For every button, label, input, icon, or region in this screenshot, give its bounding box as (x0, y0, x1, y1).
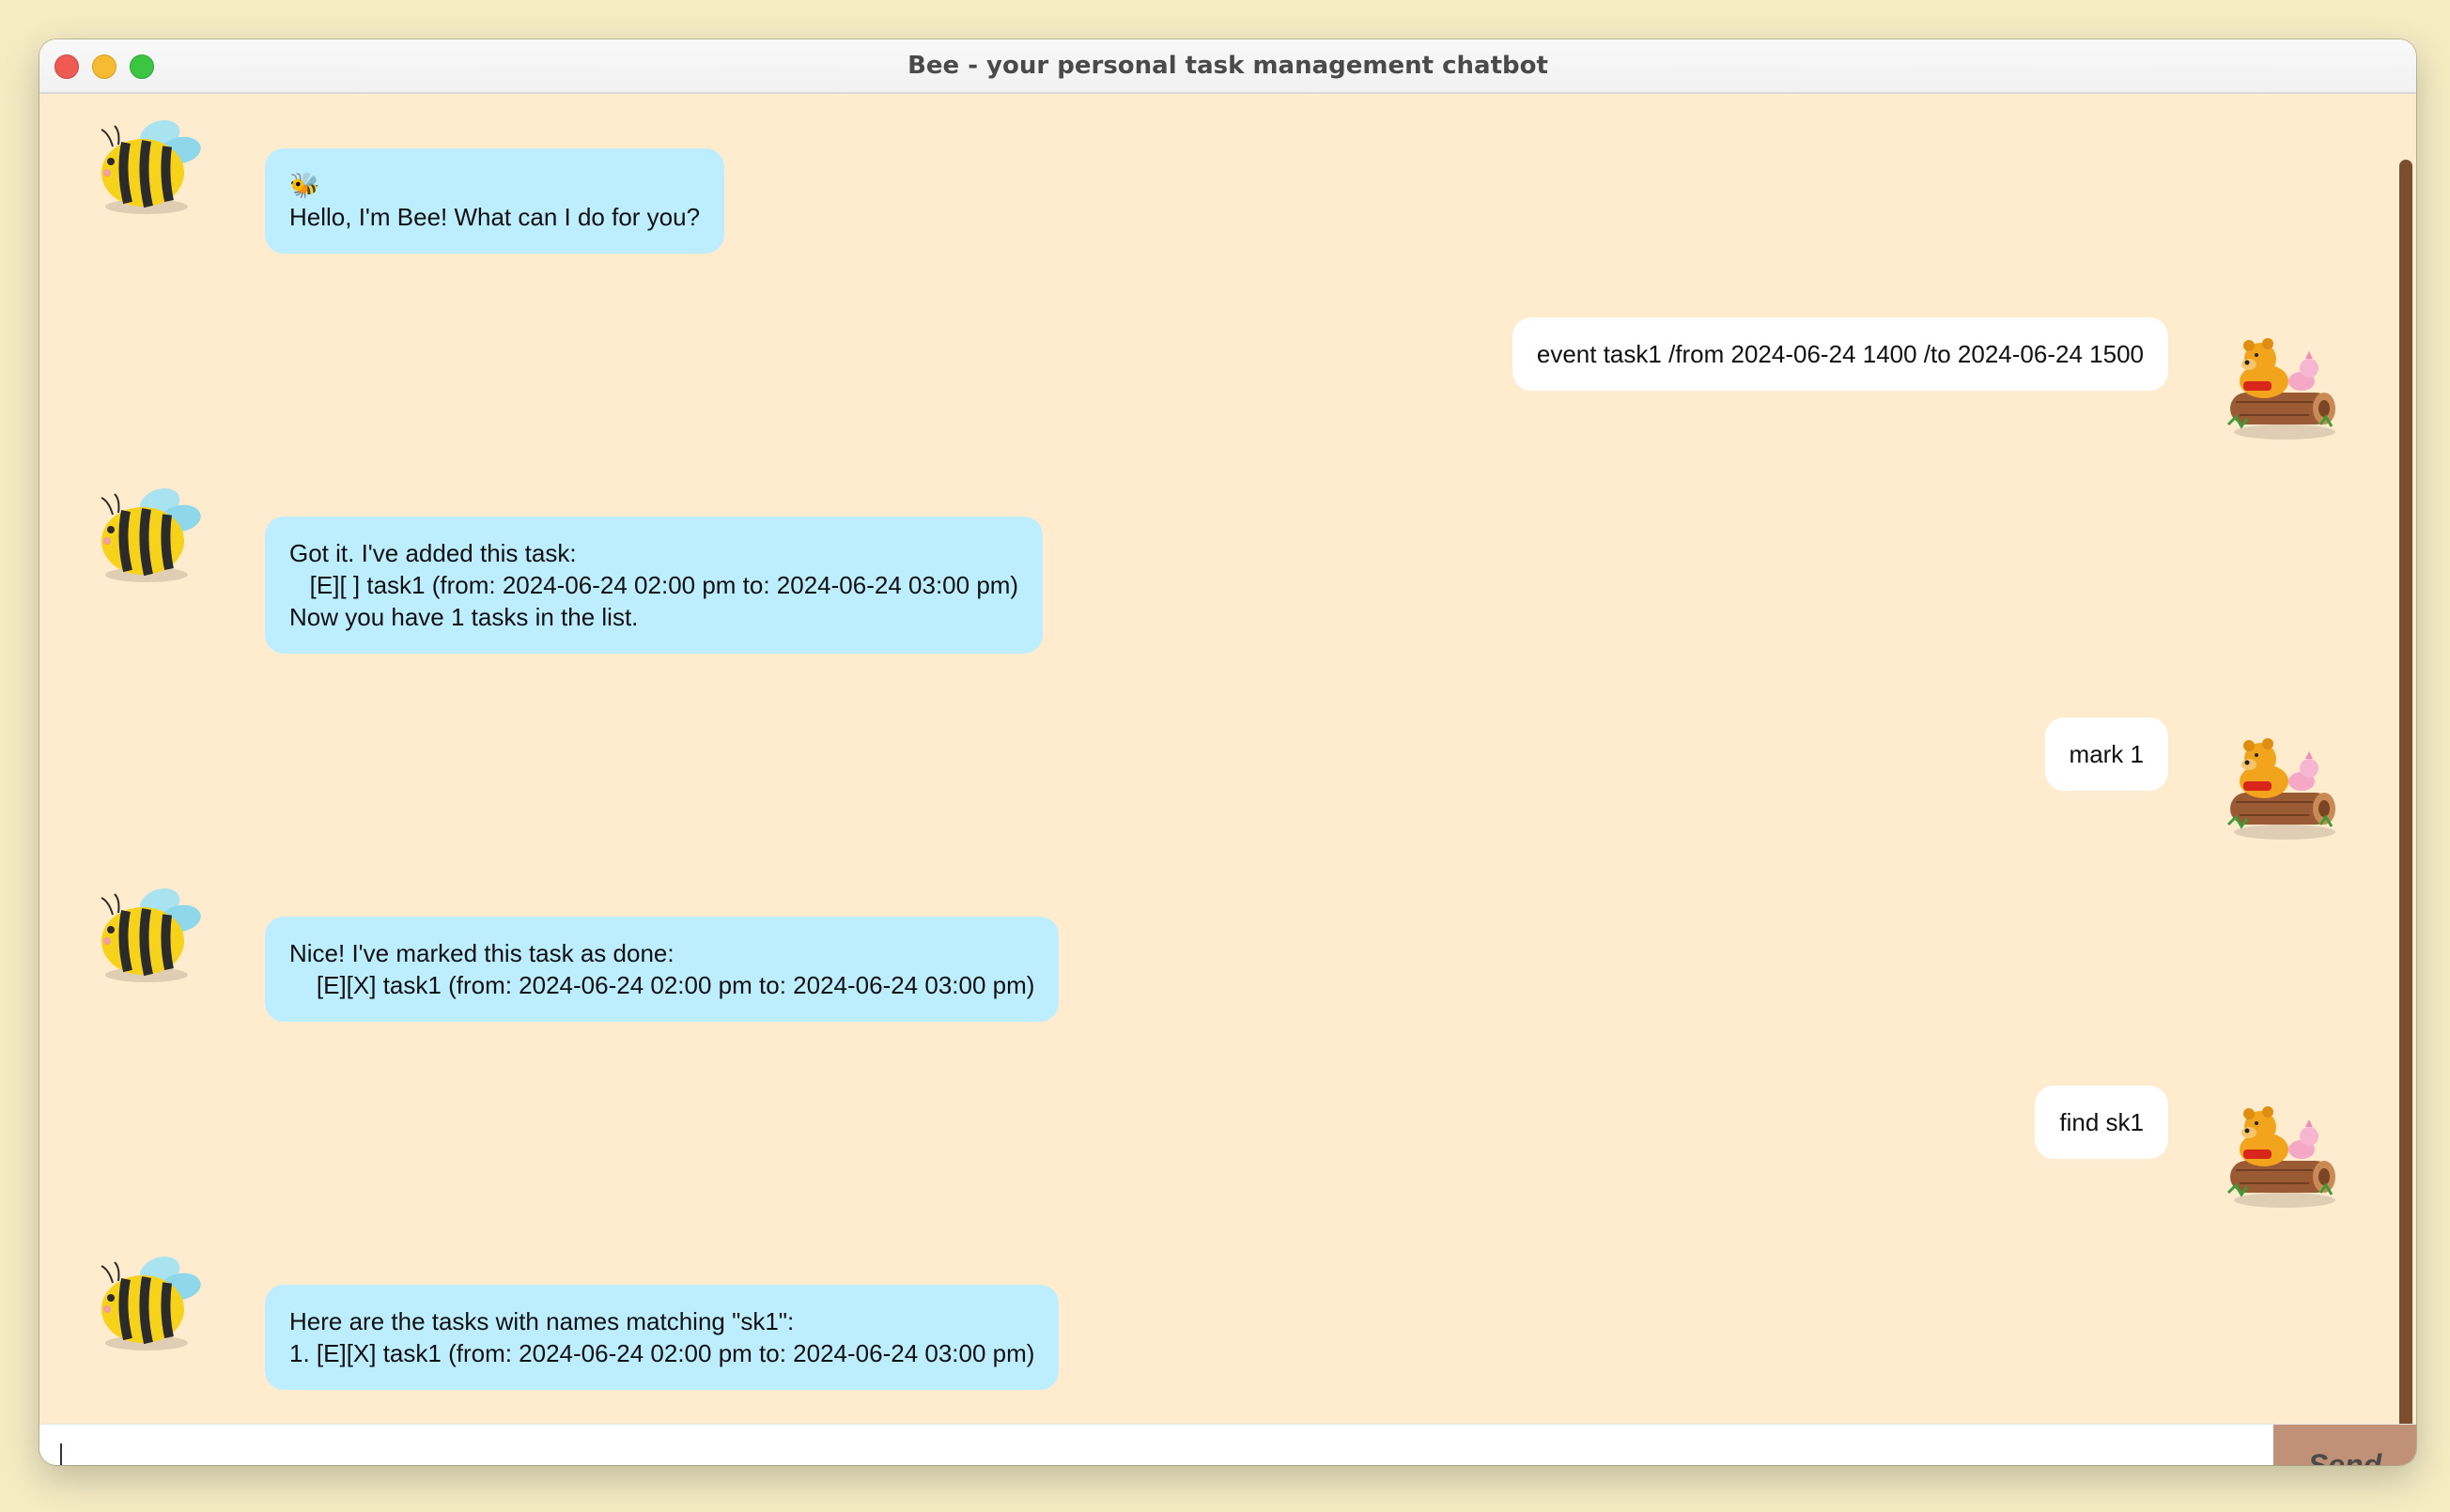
input-bar: Send (39, 1424, 2416, 1465)
bot-message-bubble: Here are the tasks with names matching "… (265, 1285, 1060, 1390)
user-avatar-icon (2219, 327, 2341, 449)
bot-message-bubble: 🐝 Hello, I'm Bee! What can I do for you? (265, 148, 725, 254)
bee-avatar-icon (88, 473, 210, 595)
text-caret (60, 1443, 62, 1465)
bee-avatar-icon (88, 873, 210, 995)
user-avatar-icon (2219, 1095, 2341, 1217)
app-window: Bee - your personal task management chat… (39, 39, 2416, 1465)
title-bar: Bee - your personal task management chat… (39, 39, 2416, 94)
chat-scrollbar[interactable] (2399, 160, 2412, 1465)
bot-message-bubble: Nice! I've marked this task as done: [E]… (265, 917, 1060, 1022)
user-avatar-icon (2219, 727, 2341, 849)
send-button[interactable]: Send (2273, 1425, 2416, 1465)
message-input[interactable] (58, 1438, 2298, 1465)
chat-area[interactable]: 🐝 Hello, I'm Bee! What can I do for you?… (39, 94, 2416, 1465)
user-message-bubble: event task1 /from 2024-06-24 1400 /to 20… (1512, 317, 2168, 391)
bee-avatar-icon (88, 105, 210, 227)
bot-message-bubble: Got it. I've added this task: [E][ ] tas… (265, 517, 1044, 654)
bee-avatar-icon (88, 1242, 210, 1364)
window-title: Bee - your personal task management chat… (907, 52, 1548, 80)
user-message-bubble: mark 1 (2044, 717, 2168, 791)
user-message-bubble: find sk1 (2035, 1086, 2168, 1159)
